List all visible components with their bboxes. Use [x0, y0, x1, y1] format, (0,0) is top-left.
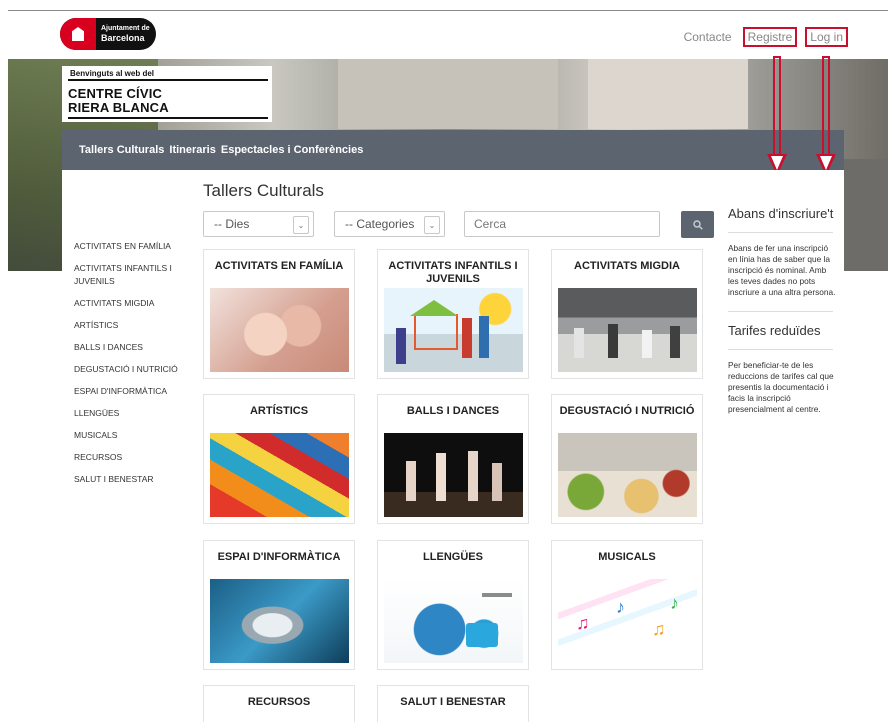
card-activitats-familia[interactable]: ACTIVITATS EN FAMÍLIA — [203, 249, 355, 379]
aside-text-tarifes: Per beneficiar-te de les reduccions de t… — [728, 360, 834, 414]
categories-select[interactable]: -- Categories ⌄ — [334, 211, 445, 237]
dancers-image — [384, 433, 523, 517]
card-title: ESPAI D'INFORMÀTICA — [217, 551, 341, 563]
site-name-line2: RIERA BLANCA — [68, 100, 169, 115]
sidebar-item-activitats-infantils[interactable]: ACTIVITATS INFANTILS I JUVENILS — [74, 262, 194, 288]
chevron-down-icon: ⌄ — [293, 216, 309, 234]
info-aside: Abans d'inscriure't Abans de fer una ins… — [728, 205, 838, 415]
music-note-icon: ♪ — [616, 597, 625, 617]
sidebar-item-salut[interactable]: SALUT I BENESTAR — [74, 473, 194, 486]
ajuntament-logo[interactable]: Ajuntament de Barcelona — [60, 18, 156, 50]
sidebar-item-musicals[interactable]: MUSICALS — [74, 429, 194, 442]
site-name-line1: CENTRE CÍVIC — [68, 86, 163, 101]
computer-mouse-image — [210, 579, 349, 663]
categories-select-value: -- Categories — [345, 217, 415, 231]
sidebar-item-activitats-familia[interactable]: ACTIVITATS EN FAMÍLIA — [74, 240, 194, 253]
food-table-image — [558, 433, 697, 517]
logo-line2: Barcelona — [101, 33, 145, 43]
sidebar-item-llengues[interactable]: LLENGÜES — [74, 407, 194, 420]
logo-text: Ajuntament de Barcelona — [96, 25, 150, 43]
arrow-b-annotation — [816, 56, 836, 176]
travel-globe-image — [384, 579, 523, 663]
divider — [728, 311, 833, 312]
sidebar-item-artistics[interactable]: ARTÍSTICS — [74, 319, 194, 332]
card-title: SALUT I BENESTAR — [400, 696, 506, 708]
music-note-icon: ♪ — [670, 593, 679, 613]
music-notes-image: ♫ ♪ ♫ ♪ — [558, 579, 697, 663]
yoga-group-image — [558, 288, 697, 372]
card-title: RECURSOS — [247, 696, 311, 708]
site-title-box: Benvinguts al web del CENTRE CÍVIC RIERA… — [62, 66, 272, 122]
kids-drawing-image — [384, 288, 523, 372]
nav-espectacles[interactable]: Espectacles i Conferències — [221, 144, 363, 156]
card-title: ACTIVITATS INFANTILS I JUVENILS — [388, 260, 518, 285]
login-link[interactable]: Log in — [805, 27, 848, 47]
abstract-art-image — [210, 433, 349, 517]
card-title: LLENGÜES — [423, 551, 483, 563]
music-note-icon: ♫ — [576, 613, 590, 633]
card-degustacio[interactable]: DEGUSTACIÓ I NUTRICIÓ — [551, 394, 703, 524]
card-salut[interactable]: SALUT I BENESTAR — [377, 685, 529, 722]
sidebar-item-recursos[interactable]: RECURSOS — [74, 451, 194, 464]
main-nav: Tallers Culturals Itineraris Espectacles… — [62, 130, 844, 170]
card-title: DEGUSTACIÓ I NUTRICIÓ — [559, 405, 695, 417]
welcome-text: Benvinguts al web del — [70, 69, 155, 78]
aside-text-abans: Abans de fer una inscripció en línia has… — [728, 243, 836, 297]
card-title: ARTÍSTICS — [249, 405, 309, 417]
sidebar-item-degustacio[interactable]: DEGUSTACIÓ I NUTRICIÓ — [74, 363, 194, 376]
shield-icon — [60, 18, 96, 50]
card-activitats-migdia[interactable]: ACTIVITATS MIGDIA — [551, 249, 703, 379]
sidebar-item-informatica[interactable]: ESPAI D'INFORMÀTICA — [74, 385, 194, 398]
page: Ajuntament de Barcelona Contacte Registr… — [0, 0, 896, 722]
search-icon — [692, 219, 703, 230]
dies-select-value: -- Dies — [214, 217, 250, 231]
registre-link[interactable]: Registre — [742, 27, 798, 47]
nav-itineraris[interactable]: Itineraris — [169, 144, 215, 156]
sidebar-item-activitats-migdia[interactable]: ACTIVITATS MIGDIA — [74, 297, 194, 310]
card-title: MUSICALS — [598, 551, 656, 563]
divider — [728, 232, 833, 233]
card-artistics[interactable]: ARTÍSTICS — [203, 394, 355, 524]
card-title: ACTIVITATS MIGDIA — [574, 260, 680, 272]
aside-heading-abans: Abans d'inscriure't — [728, 206, 834, 221]
top-links: Contacte Registre Log in — [681, 27, 848, 47]
card-balls-dances[interactable]: BALLS I DANCES — [377, 394, 529, 524]
card-llengues[interactable]: LLENGÜES — [377, 540, 529, 670]
search-input[interactable]: Cerca — [464, 211, 660, 237]
family-hands-image — [210, 288, 349, 372]
card-title: BALLS I DANCES — [406, 405, 500, 417]
music-note-icon: ♫ — [652, 619, 666, 639]
search-placeholder: Cerca — [474, 217, 507, 231]
nav-tallers-culturals[interactable]: Tallers Culturals — [79, 144, 164, 156]
chevron-down-icon: ⌄ — [424, 216, 440, 234]
card-recursos[interactable]: RECURSOS — [203, 685, 355, 722]
arrow-a-annotation — [767, 56, 787, 176]
sidebar-item-balls-dances[interactable]: BALLS I DANCES — [74, 341, 194, 354]
divider — [728, 349, 833, 350]
search-button[interactable] — [681, 211, 714, 238]
card-activitats-infantils[interactable]: ACTIVITATS INFANTILS I JUVENILS — [377, 249, 529, 379]
aside-heading-tarifes: Tarifes reduïdes — [728, 323, 821, 338]
card-musicals[interactable]: MUSICALS ♫ ♪ ♫ ♪ — [551, 540, 703, 670]
category-sidebar: ACTIVITATS EN FAMÍLIA ACTIVITATS INFANTI… — [74, 240, 194, 495]
dies-select[interactable]: -- Dies ⌄ — [203, 211, 314, 237]
card-informatica[interactable]: ESPAI D'INFORMÀTICA — [203, 540, 355, 670]
card-title: ACTIVITATS EN FAMÍLIA — [214, 260, 344, 272]
logo-line1: Ajuntament de — [101, 25, 150, 32]
page-title: Tallers Culturals — [203, 181, 324, 200]
contacte-link[interactable]: Contacte — [681, 28, 735, 46]
